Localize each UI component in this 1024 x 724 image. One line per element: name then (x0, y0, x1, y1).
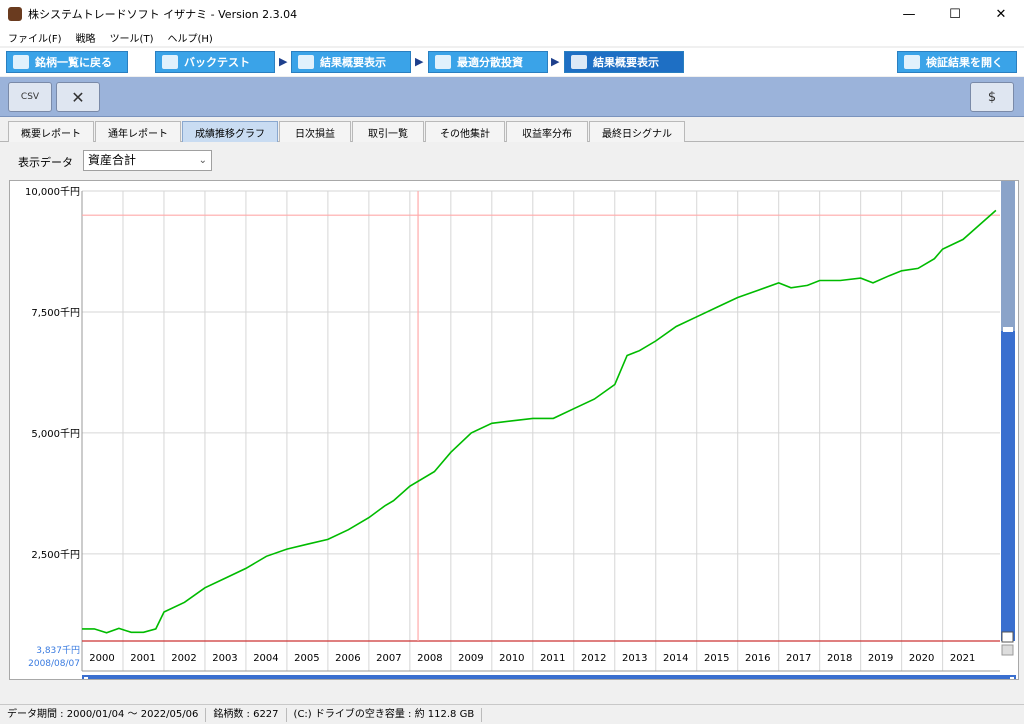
tab-label: 最適分散投資 (457, 56, 523, 69)
back-label: 銘柄一覧に戻る (35, 56, 112, 69)
x-tick-label: 2002 (171, 653, 196, 664)
back-to-list-button[interactable]: 銘柄一覧に戻る (6, 51, 128, 73)
arrow-icon: ▶ (551, 55, 560, 68)
settings-button[interactable]: ✕ (56, 82, 100, 112)
chevron-down-icon: ⌄ (198, 155, 207, 166)
horizontal-scrollbar-left-handle (84, 677, 88, 685)
tab-performance-graph[interactable]: 成績推移グラフ (182, 121, 278, 142)
display-data-value: 資産合計 (88, 153, 137, 167)
status-disk: (C:) ドライブの空き容量 : 約 112.8 GB (287, 707, 483, 722)
bag-icon (298, 55, 314, 69)
performance-chart: 2000 2001 2002 2003 2004 2005 2006 2007 2008 2009… (9, 180, 1019, 687)
x-tick-label: 2000 (89, 653, 114, 664)
folder-icon (904, 55, 920, 69)
x-tick-label: 2011 (540, 653, 565, 664)
menu-bar: ファイル(F) 戦略 ツール(T) ヘルプ(H) (0, 28, 1024, 46)
horizontal-scrollbar (82, 675, 1016, 687)
x-tick-label: 2018 (827, 653, 852, 664)
x-tick-label: 2009 (458, 653, 483, 664)
display-data-select[interactable]: 資産合計 ⌄ (83, 150, 212, 171)
window-title: 株システムトレードソフト イザナミ - Version 2.3.04 (28, 8, 298, 21)
tools-icon: ✕ (71, 87, 85, 107)
tab-summary[interactable]: 結果概要表示 (291, 51, 411, 73)
tab-label: 結果概要表示 (593, 56, 659, 69)
status-count: 銘柄数 : 6227 (206, 707, 287, 722)
x-tick-label: 2020 (909, 653, 934, 664)
x-tick-label: 2005 (294, 653, 319, 664)
display-selector-row: 表示データ 資産合計 ⌄ (0, 146, 1024, 176)
x-tick-label: 2015 (704, 653, 729, 664)
nav-bar: 銘柄一覧に戻る バックテスト ▶ 結果概要表示 ▶ 最適分散投資 ▶ 結果概要表… (0, 48, 1024, 76)
tab-optimal[interactable]: 最適分散投資 (428, 51, 548, 73)
tab-return-dist[interactable]: 収益率分布 (506, 121, 588, 142)
menu-tools[interactable]: ツール(T) (110, 30, 154, 45)
x-tick-label: 2012 (581, 653, 606, 664)
vertical-scrollbar-track (1001, 181, 1015, 331)
status-period: データ期間 : 2000/01/04 〜 2022/05/06 (0, 707, 207, 722)
chart-svg: 2000 2001 2002 2003 2004 2005 2006 2007 2008 2009… (25, 181, 1016, 687)
app-icon (8, 7, 22, 21)
bag-icon (162, 55, 178, 69)
eye-icon (13, 55, 29, 69)
chart-icon (571, 55, 587, 69)
equity-line (82, 209, 997, 634)
menu-help[interactable]: ヘルプ(H) (167, 30, 212, 45)
y-tick-label: 5,000千円 (31, 428, 80, 440)
tab-label: 結果概要表示 (320, 56, 386, 69)
x-tick-label: 2003 (212, 653, 237, 664)
close-button[interactable]: ✕ (978, 0, 1024, 28)
status-bar: データ期間 : 2000/01/04 〜 2022/05/06 銘柄数 : 62… (0, 704, 1024, 724)
tab-other-stats[interactable]: その他集計 (425, 121, 505, 142)
zoom-toggle-box (1001, 631, 1014, 643)
toolbar: CSV ✕ $ (0, 77, 1024, 117)
tab-final-signal[interactable]: 最終日シグナル (589, 121, 685, 142)
tab-trades[interactable]: 取引一覧 (352, 121, 424, 142)
display-data-label: 表示データ (18, 156, 73, 169)
x-tick-label: 2010 (499, 653, 524, 664)
y-tick-label: 2,500千円 (31, 549, 80, 561)
report-tabs: 概要レポート 通年レポート 成績推移グラフ 日次損益 取引一覧 その他集計 収益… (0, 118, 1024, 142)
report-icon: $ (987, 89, 997, 105)
maximize-button[interactable]: ☐ (932, 0, 978, 28)
cursor-date-readout: 2008/08/07 (28, 659, 80, 669)
tab-daily-pl[interactable]: 日次損益 (279, 121, 351, 142)
y-tick-label: 10,000千円 (25, 186, 80, 198)
report-button[interactable]: $ (970, 82, 1014, 112)
grid-icon (435, 55, 451, 69)
x-tick-label: 2008 (417, 653, 442, 664)
horizontal-scrollbar-right-handle (1010, 677, 1014, 685)
x-tick-label: 2017 (786, 653, 811, 664)
x-tick-label: 2016 (745, 653, 770, 664)
x-tick-label: 2006 (335, 653, 360, 664)
x-tick-label: 2019 (868, 653, 893, 664)
tab-backtest[interactable]: バックテスト (155, 51, 275, 73)
tab-overview-report[interactable]: 概要レポート (8, 121, 94, 142)
cursor-value-readout: 3,837千円 (36, 645, 80, 656)
open-results-button[interactable]: 検証結果を開く (897, 51, 1017, 73)
menu-file[interactable]: ファイル(F) (8, 30, 62, 45)
open-results-label: 検証結果を開く (926, 56, 1003, 69)
x-tick-label: 2007 (376, 653, 401, 664)
csv-export-button[interactable]: CSV (8, 82, 52, 112)
csv-icon: CSV (20, 92, 40, 102)
x-tick-label: 2004 (253, 653, 278, 664)
x-tick-label: 2021 (950, 653, 975, 664)
title-bar: 株システムトレードソフト イザナミ - Version 2.3.04 — ☐ ✕ (0, 0, 1024, 28)
tab-annual-report[interactable]: 通年レポート (95, 121, 181, 142)
arrow-icon: ▶ (279, 55, 288, 68)
x-tick-label: 2013 (622, 653, 647, 664)
minimize-button[interactable]: — (886, 0, 932, 28)
arrow-icon: ▶ (415, 55, 424, 68)
x-tick-label: 2014 (663, 653, 688, 664)
zoom-toggle-box-2 (1001, 644, 1014, 656)
y-tick-label: 7,500千円 (31, 307, 80, 319)
vertical-scrollbar-thumb (1003, 327, 1013, 332)
tab-summary-active[interactable]: 結果概要表示 (564, 51, 684, 73)
menu-strategy[interactable]: 戦略 (76, 30, 96, 45)
x-tick-label: 2001 (130, 653, 155, 664)
tab-label: バックテスト (184, 56, 250, 69)
